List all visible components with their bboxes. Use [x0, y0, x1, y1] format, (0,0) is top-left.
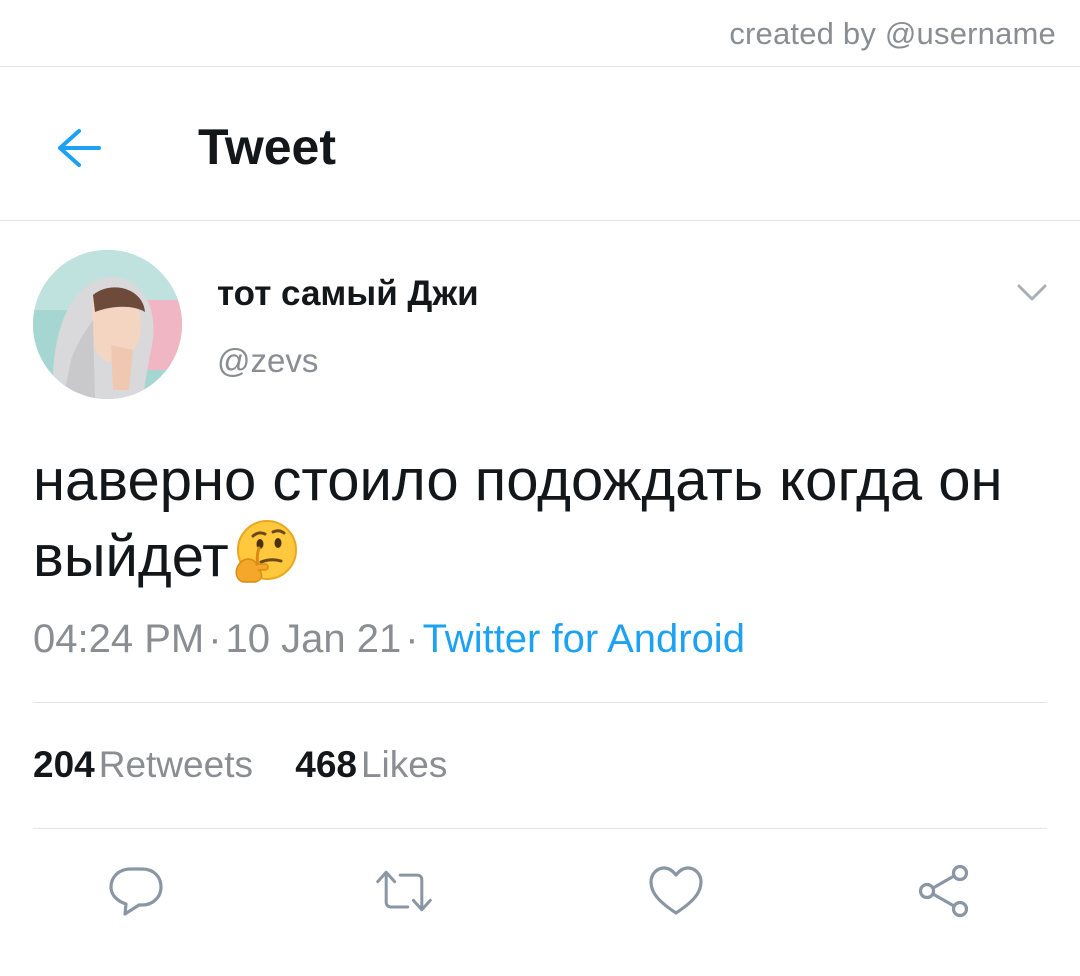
likes-count: 468	[295, 744, 357, 785]
chevron-down-icon[interactable]	[1014, 277, 1050, 307]
retweet-icon	[376, 870, 432, 912]
meta-separator: ·	[405, 617, 419, 661]
header-divider	[0, 220, 1080, 221]
share-icon	[918, 864, 969, 918]
retweets-count: 204	[33, 744, 95, 785]
tweet-meta: 04:24 PM · 10 Jan 21 · Twitter for Android	[33, 617, 745, 662]
top-divider	[0, 66, 1080, 67]
retweets-label: Retweets	[98, 744, 253, 785]
tweet-time: 04:24 PM	[33, 617, 205, 661]
retweet-button[interactable]	[374, 862, 434, 920]
reply-button[interactable]	[106, 862, 166, 920]
avatar-image	[33, 250, 182, 399]
back-button[interactable]	[50, 122, 106, 174]
likes-label: Likes	[360, 744, 448, 785]
page-title: Tweet	[198, 119, 336, 175]
reply-icon	[109, 867, 163, 916]
author-handle[interactable]: @zevs	[217, 342, 318, 380]
retweets-stat[interactable]: 204 Retweets	[33, 744, 253, 785]
arrow-left-icon	[58, 129, 101, 167]
tweet-stats: 204 Retweets 468 Likes	[33, 744, 479, 786]
tweet-source-link[interactable]: Twitter for Android	[423, 617, 745, 661]
tweet-date: 10 Jan 21	[225, 617, 402, 661]
like-button[interactable]	[646, 862, 706, 920]
tweet-body: наверно стоило подождать когда он выйдет	[33, 444, 1043, 594]
credit-watermark: created by @username	[729, 16, 1056, 51]
stats-divider	[33, 828, 1047, 829]
avatar[interactable]	[33, 250, 182, 399]
author-display-name[interactable]: тот самый Джи	[217, 274, 479, 314]
like-icon	[649, 866, 703, 915]
tweet-header: Tweet	[0, 100, 1080, 196]
thinking-face-icon	[235, 520, 297, 583]
tweet-text: наверно стоило подождать когда он выйдет	[33, 448, 1003, 589]
meta-divider	[33, 702, 1047, 703]
share-button[interactable]	[914, 862, 974, 920]
likes-stat[interactable]: 468 Likes	[295, 744, 447, 785]
meta-separator: ·	[208, 617, 222, 661]
